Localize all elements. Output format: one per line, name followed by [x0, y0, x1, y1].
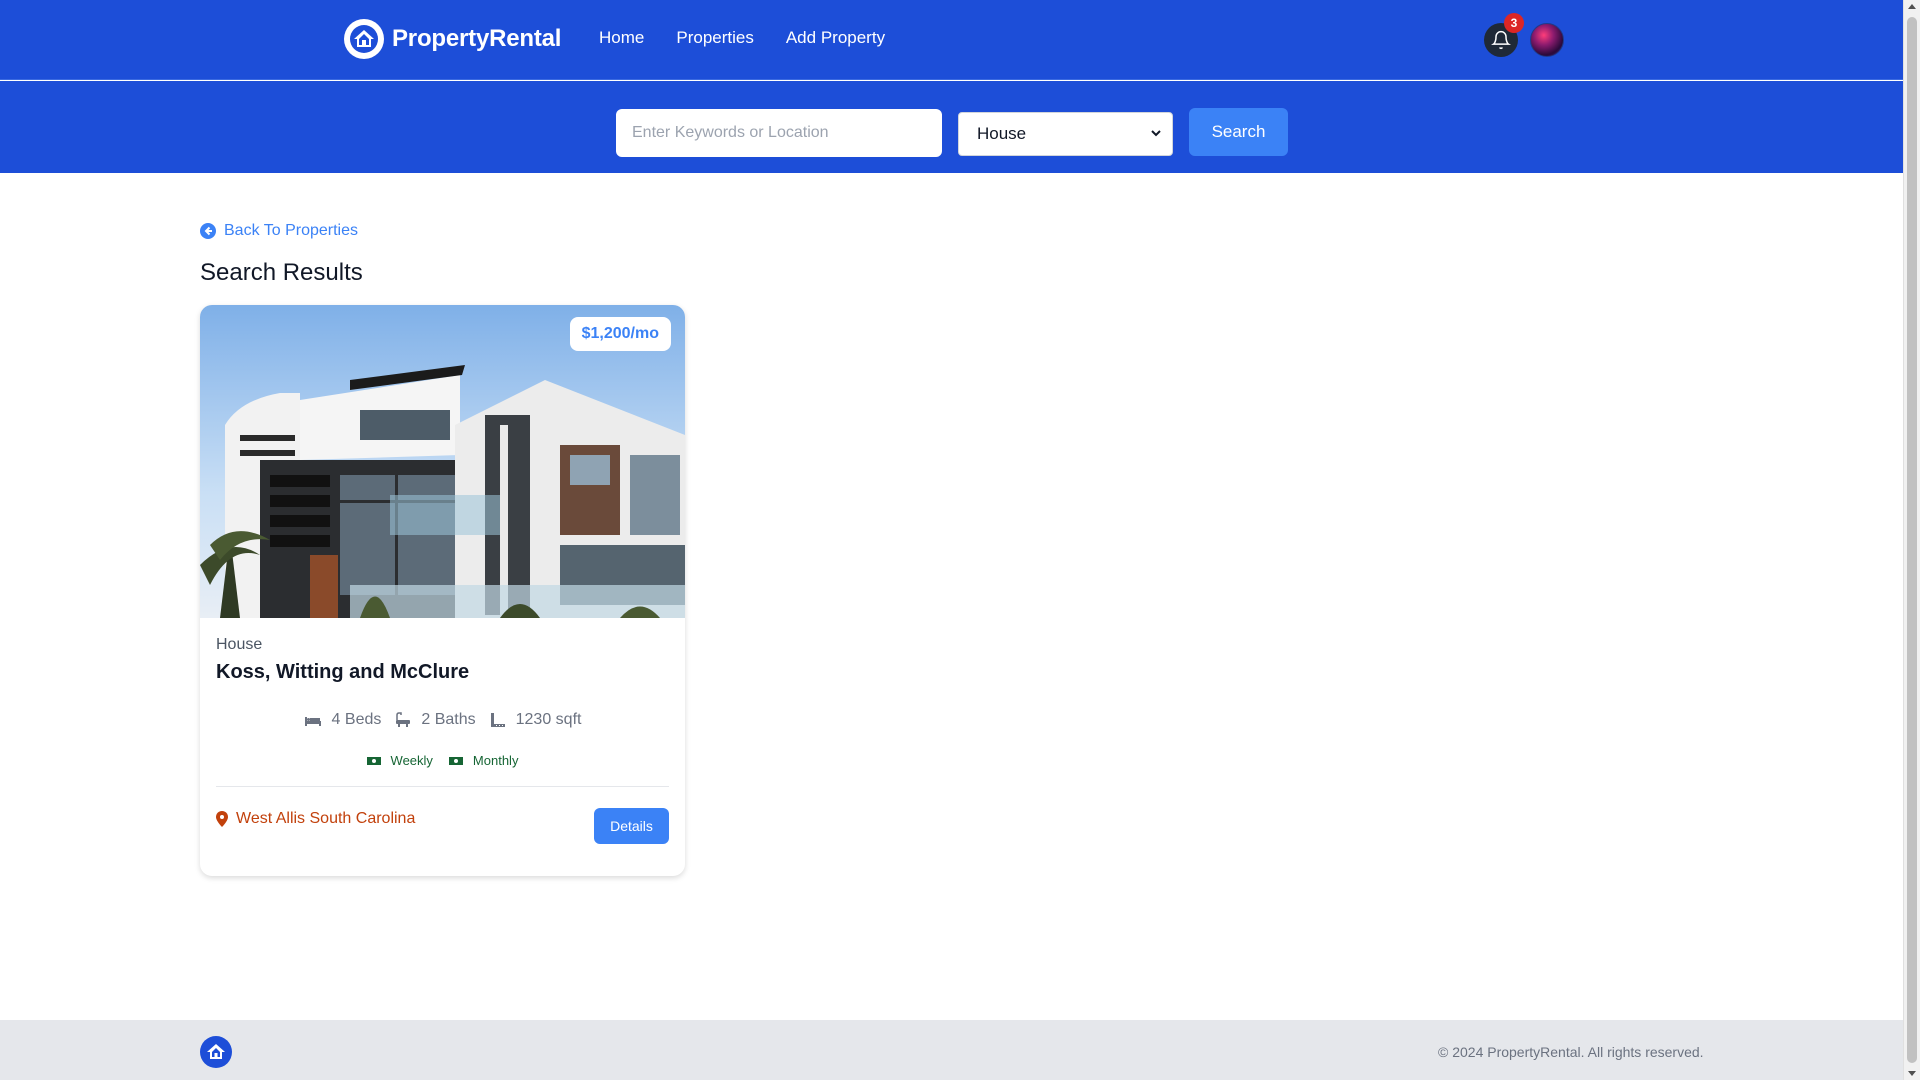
footer: © 2024 PropertyRental. All rights reserv…: [0, 1020, 1903, 1080]
rental-rates: Weekly Monthly: [200, 753, 685, 768]
property-image[interactable]: [200, 305, 685, 618]
baths-spec: 2 Baths: [395, 711, 476, 729]
brand-name: PropertyRental: [392, 25, 562, 52]
search-results-title: Search Results: [200, 259, 363, 286]
rate-weekly-label: Weekly: [390, 753, 433, 768]
footer-house-logo-icon: [200, 1036, 232, 1068]
sqft-value: 1230 sqft: [515, 711, 582, 728]
main-nav: Home Properties Add Property: [599, 28, 917, 48]
scroll-down-arrow-icon[interactable]: [1908, 1071, 1916, 1076]
property-type-select[interactable]: House: [958, 112, 1173, 156]
rate-weekly: Weekly: [366, 753, 433, 768]
beds-spec: 4 Beds: [304, 711, 382, 729]
bed-icon: [304, 717, 321, 726]
beds-value: 4 Beds: [331, 711, 382, 728]
property-location: West Allis South Carolina: [216, 810, 415, 828]
property-card: $1,200/mo House Koss, Witting and McClur…: [200, 305, 685, 876]
notification-count-badge: 3: [1504, 13, 1524, 33]
property-name: Koss, Witting and McClure: [216, 661, 470, 683]
property-specs: 4 Beds 2 Baths 1230 sqft: [200, 711, 685, 729]
nav-link-properties[interactable]: Properties: [676, 28, 753, 48]
search-band: House Search: [0, 81, 1903, 173]
baths-value: 2 Baths: [421, 711, 476, 728]
user-avatar[interactable]: [1530, 23, 1564, 57]
price-badge: $1,200/mo: [569, 317, 671, 351]
property-type-value: House: [977, 124, 1027, 143]
sqft-spec: 1230 sqft: [490, 711, 582, 729]
copyright-text: © 2024 PropertyRental. All rights reserv…: [1438, 1044, 1704, 1060]
navbar: PropertyRental Home Properties Add Prope…: [0, 0, 1903, 80]
page-scrollbar[interactable]: [1903, 0, 1920, 1080]
nav-link-add-property[interactable]: Add Property: [786, 28, 885, 48]
nav-right: 3: [1484, 13, 1564, 57]
money-bill-icon: [366, 756, 381, 765]
search-input[interactable]: [616, 109, 942, 157]
details-button[interactable]: Details: [594, 808, 669, 844]
bell-icon: [1491, 30, 1511, 50]
back-link-label: Back To Properties: [224, 222, 358, 239]
notifications-button[interactable]: 3: [1484, 13, 1524, 57]
back-to-properties-link[interactable]: Back To Properties: [200, 222, 358, 240]
scroll-thumb[interactable]: [1907, 17, 1917, 1063]
card-divider: [216, 786, 669, 787]
location-label: West Allis South Carolina: [236, 810, 416, 827]
scroll-up-arrow-icon[interactable]: [1908, 4, 1916, 9]
brand-link[interactable]: PropertyRental: [344, 19, 561, 59]
property-type-label: House: [216, 636, 263, 653]
map-marker-icon: [216, 811, 228, 827]
ruler-icon: [490, 713, 505, 727]
bath-icon: [396, 712, 411, 727]
money-bill-icon: [448, 756, 463, 765]
rate-monthly-label: Monthly: [472, 753, 519, 768]
chevron-down-icon: [1151, 130, 1161, 137]
nav-link-home[interactable]: Home: [599, 28, 644, 48]
arrow-circle-left-icon: [200, 223, 216, 239]
rate-monthly: Monthly: [448, 753, 519, 768]
search-button[interactable]: Search: [1189, 108, 1288, 156]
house-logo-icon: [344, 19, 384, 59]
